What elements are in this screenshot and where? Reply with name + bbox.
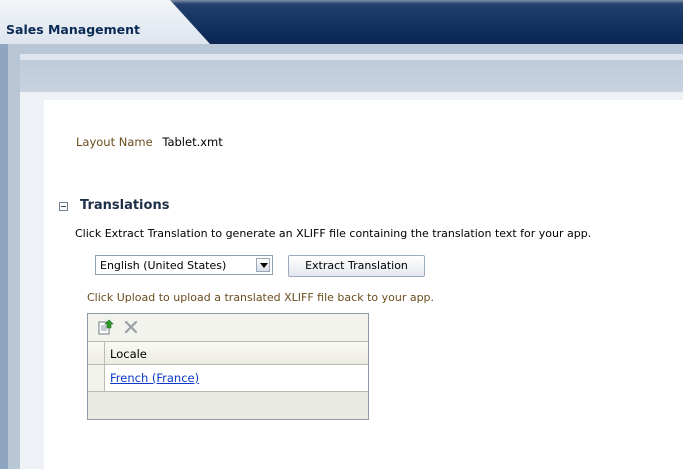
layout-name-row: Layout Name Tablet.xmt bbox=[76, 135, 223, 149]
left-edge-bar bbox=[0, 44, 8, 469]
upload-icon[interactable] bbox=[98, 319, 114, 335]
top-tab-bar: Sales Management bbox=[0, 0, 683, 44]
row-selector[interactable] bbox=[88, 365, 105, 391]
tab-bar-background bbox=[160, 0, 683, 44]
delete-icon[interactable] bbox=[124, 320, 138, 334]
tab-label: Sales Management bbox=[6, 22, 141, 37]
upload-instruction: Click Upload to upload a translated XLIF… bbox=[87, 291, 435, 304]
translations-table: Locale French (France) bbox=[87, 313, 369, 420]
layout-name-value: Tablet.xmt bbox=[162, 135, 223, 149]
chevron-down-icon[interactable] bbox=[256, 258, 270, 272]
column-header-locale[interactable]: Locale bbox=[110, 347, 147, 361]
extract-translation-button[interactable]: Extract Translation bbox=[288, 255, 425, 277]
header-band bbox=[20, 60, 683, 92]
locale-link[interactable]: French (France) bbox=[110, 371, 199, 385]
table-header-row: Locale bbox=[88, 341, 368, 365]
table-row[interactable]: French (France) bbox=[88, 365, 368, 392]
collapse-section-icon[interactable] bbox=[59, 202, 68, 211]
translations-section-title: Translations bbox=[80, 198, 170, 213]
table-toolbar bbox=[88, 314, 368, 341]
language-select-value: English (United States) bbox=[100, 259, 227, 272]
language-select[interactable]: English (United States) bbox=[95, 255, 273, 275]
layout-name-label: Layout Name bbox=[76, 135, 153, 149]
extract-instruction: Click Extract Translation to generate an… bbox=[75, 227, 592, 240]
header-gutter bbox=[88, 342, 105, 364]
